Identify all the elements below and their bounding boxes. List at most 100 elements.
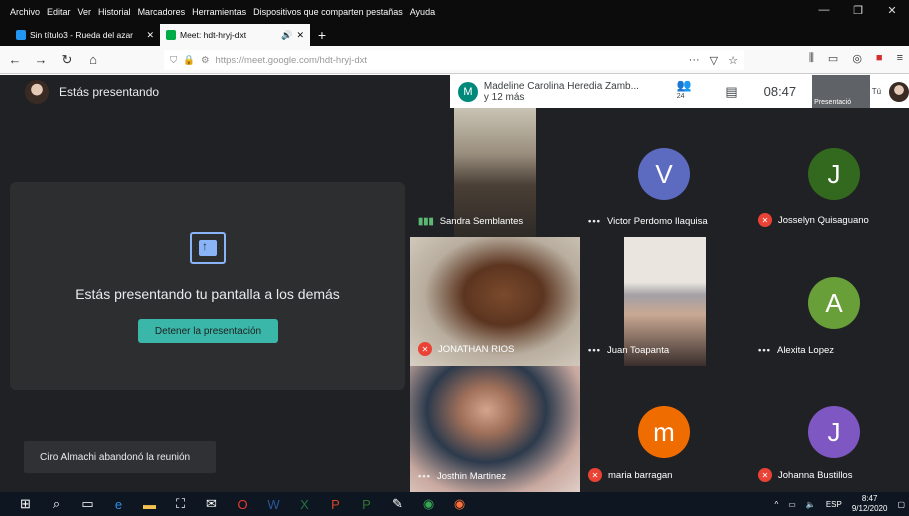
- participant-more: y 12 más: [483, 91, 525, 103]
- participant-tile[interactable]: J ✕ Johanna Bustillos: [750, 366, 909, 492]
- close-tab-icon[interactable]: ✕: [146, 30, 154, 41]
- people-button[interactable]: 👥24: [677, 78, 700, 106]
- meet-favicon-icon: [166, 30, 176, 40]
- store-icon[interactable]: ⛶: [165, 496, 196, 512]
- participant-tile[interactable]: ✕ JONATHAN RIOS: [410, 237, 580, 366]
- self-preview-label: Presentació: [814, 99, 852, 106]
- new-tab-button[interactable]: +: [310, 24, 334, 46]
- lock-icon[interactable]: 🔒: [183, 55, 195, 66]
- menu-archivo[interactable]: Archivo: [10, 7, 40, 17]
- mic-muted-icon: ✕: [418, 342, 432, 356]
- pocket-icon[interactable]: ▽: [710, 54, 718, 67]
- tray-chevron-icon[interactable]: ^: [775, 500, 779, 509]
- participant-avatar: m: [638, 406, 690, 458]
- participant-name: Josthin Martinez: [436, 471, 507, 482]
- notifications-icon[interactable]: ▢: [897, 500, 905, 509]
- notification-toast: Ciro Almachi abandonó la reunión: [24, 441, 216, 473]
- forward-icon[interactable]: →: [32, 52, 50, 67]
- menu-herramientas[interactable]: Herramientas: [192, 7, 246, 17]
- firefox-icon[interactable]: ◉: [444, 496, 475, 512]
- menu-ver[interactable]: Ver: [78, 7, 92, 17]
- more-options-icon[interactable]: •••: [418, 471, 431, 482]
- mail-icon[interactable]: ✉: [196, 496, 227, 512]
- participants-summary[interactable]: Madeline Carolina Heredia Zamb... y 12 m…: [484, 81, 653, 103]
- audio-playing-icon[interactable]: 🔊: [281, 30, 292, 41]
- word-icon[interactable]: W: [258, 497, 289, 512]
- paint-icon[interactable]: ✎: [382, 496, 413, 512]
- edge-icon[interactable]: e: [103, 497, 134, 512]
- windows-start-icon[interactable]: ⊞: [10, 496, 41, 512]
- extension-icon[interactable]: ◎: [852, 52, 862, 65]
- clock[interactable]: 8:47 9/12/2020: [852, 494, 888, 514]
- network-icon[interactable]: ▭: [788, 500, 796, 509]
- bookmark-star-icon[interactable]: ☆: [728, 54, 738, 67]
- presenting-bar: Estás presentando: [0, 75, 405, 108]
- meeting-details-panel: M Madeline Carolina Heredia Zamb... y 12…: [450, 75, 909, 108]
- participant-avatar: J: [808, 148, 860, 200]
- excel-icon[interactable]: X: [289, 497, 320, 512]
- powerpoint-icon[interactable]: P: [320, 497, 351, 512]
- participant-tile[interactable]: ▮▮▮ Sandra Semblantes: [410, 108, 580, 237]
- tab-meet[interactable]: Meet: hdt-hryj-dxt 🔊 ✕: [160, 24, 310, 46]
- permissions-icon[interactable]: ⚙: [201, 55, 210, 66]
- opera-icon[interactable]: O: [227, 497, 258, 512]
- presenting-message: Estás presentando tu pantalla a los demá…: [75, 286, 340, 302]
- participant-avatar: M: [458, 81, 478, 102]
- home-icon[interactable]: ⌂: [84, 52, 102, 67]
- search-icon[interactable]: ⌕: [41, 496, 72, 512]
- file-explorer-icon[interactable]: ▬: [134, 497, 165, 512]
- menu-ayuda[interactable]: Ayuda: [410, 7, 435, 17]
- self-avatar: [889, 81, 909, 102]
- sidebar-icon[interactable]: ▭: [828, 52, 838, 65]
- participant-tile[interactable]: ••• Josthin Martinez: [410, 366, 580, 492]
- restore-icon[interactable]: ❐: [841, 4, 875, 17]
- menu-marcadores[interactable]: Marcadores: [138, 7, 186, 17]
- tab-bar: Sin título3 - Rueda del azar ✕ Meet: hdt…: [0, 24, 909, 46]
- more-options-icon[interactable]: •••: [588, 216, 601, 227]
- close-window-icon[interactable]: ✕: [875, 4, 909, 17]
- participant-name: Madeline Carolina Heredia Zamb...: [483, 80, 639, 92]
- back-icon[interactable]: ←: [6, 52, 24, 67]
- participant-name: Sandra Semblantes: [439, 216, 524, 227]
- menu-bar: Archivo Editar Ver Historial Marcadores …: [0, 0, 909, 24]
- participant-tile[interactable]: ••• Juan Toapanta: [580, 237, 750, 366]
- participant-tile[interactable]: A ••• Alexita Lopez: [750, 237, 909, 366]
- project-icon[interactable]: P: [351, 497, 382, 512]
- self-preview[interactable]: Presentació: [812, 75, 870, 108]
- menu-hamburger-icon[interactable]: ≡: [897, 52, 903, 65]
- shield-icon[interactable]: ⛉: [170, 55, 177, 66]
- more-options-icon[interactable]: •••: [588, 345, 601, 356]
- participant-avatar: A: [808, 277, 860, 329]
- participant-tile[interactable]: m ✕ maria barragan: [580, 366, 750, 492]
- minimize-icon[interactable]: —: [807, 4, 841, 17]
- stop-presenting-button[interactable]: Detener la presentación: [138, 319, 278, 343]
- participant-name: Johanna Bustillos: [778, 469, 853, 481]
- chat-icon[interactable]: ▤: [725, 84, 737, 100]
- tab-rueda[interactable]: Sin título3 - Rueda del azar ✕: [10, 24, 160, 46]
- page-actions-icon[interactable]: ···: [689, 54, 700, 67]
- people-icon: 👥: [676, 77, 692, 92]
- language-indicator[interactable]: ESP: [826, 500, 842, 509]
- mic-muted-icon: ✕: [758, 213, 772, 227]
- library-icon[interactable]: ⫼: [809, 52, 814, 65]
- volume-icon[interactable]: 🔈: [806, 500, 816, 509]
- participant-tile[interactable]: J ✕ Josselyn Quisaguano: [750, 108, 909, 237]
- menu-editar[interactable]: Editar: [47, 7, 71, 17]
- windows-taskbar: ⊞ ⌕ ▭ e ▬ ⛶ ✉ O W X P P ✎ ◉ ◉ ^ ▭ 🔈 ESP …: [0, 492, 909, 516]
- close-tab-icon[interactable]: ✕: [296, 30, 304, 41]
- participant-tile[interactable]: V ••• Victor Perdomo Ilaquisa: [580, 108, 750, 237]
- pdf-extension-icon[interactable]: ■: [876, 52, 883, 65]
- more-options-icon[interactable]: •••: [758, 345, 771, 356]
- task-view-icon[interactable]: ▭: [72, 496, 103, 512]
- menu-historial[interactable]: Historial: [98, 7, 131, 17]
- presenting-label: Estás presentando: [59, 84, 160, 99]
- menu-dispositivos[interactable]: Dispositivos que comparten pestañas: [253, 7, 403, 17]
- chrome-icon[interactable]: ◉: [413, 496, 444, 512]
- participant-avatar: V: [638, 148, 690, 200]
- url-bar[interactable]: ⛉ 🔒 ⚙ https://meet.google.com/hdt-hryj-d…: [164, 50, 744, 70]
- presenter-avatar: [25, 79, 49, 104]
- reload-icon[interactable]: ↻: [58, 52, 76, 68]
- meeting-clock: 08:47: [763, 84, 797, 99]
- mic-muted-icon: ✕: [758, 468, 772, 482]
- participant-name: Victor Perdomo Ilaquisa: [606, 216, 708, 227]
